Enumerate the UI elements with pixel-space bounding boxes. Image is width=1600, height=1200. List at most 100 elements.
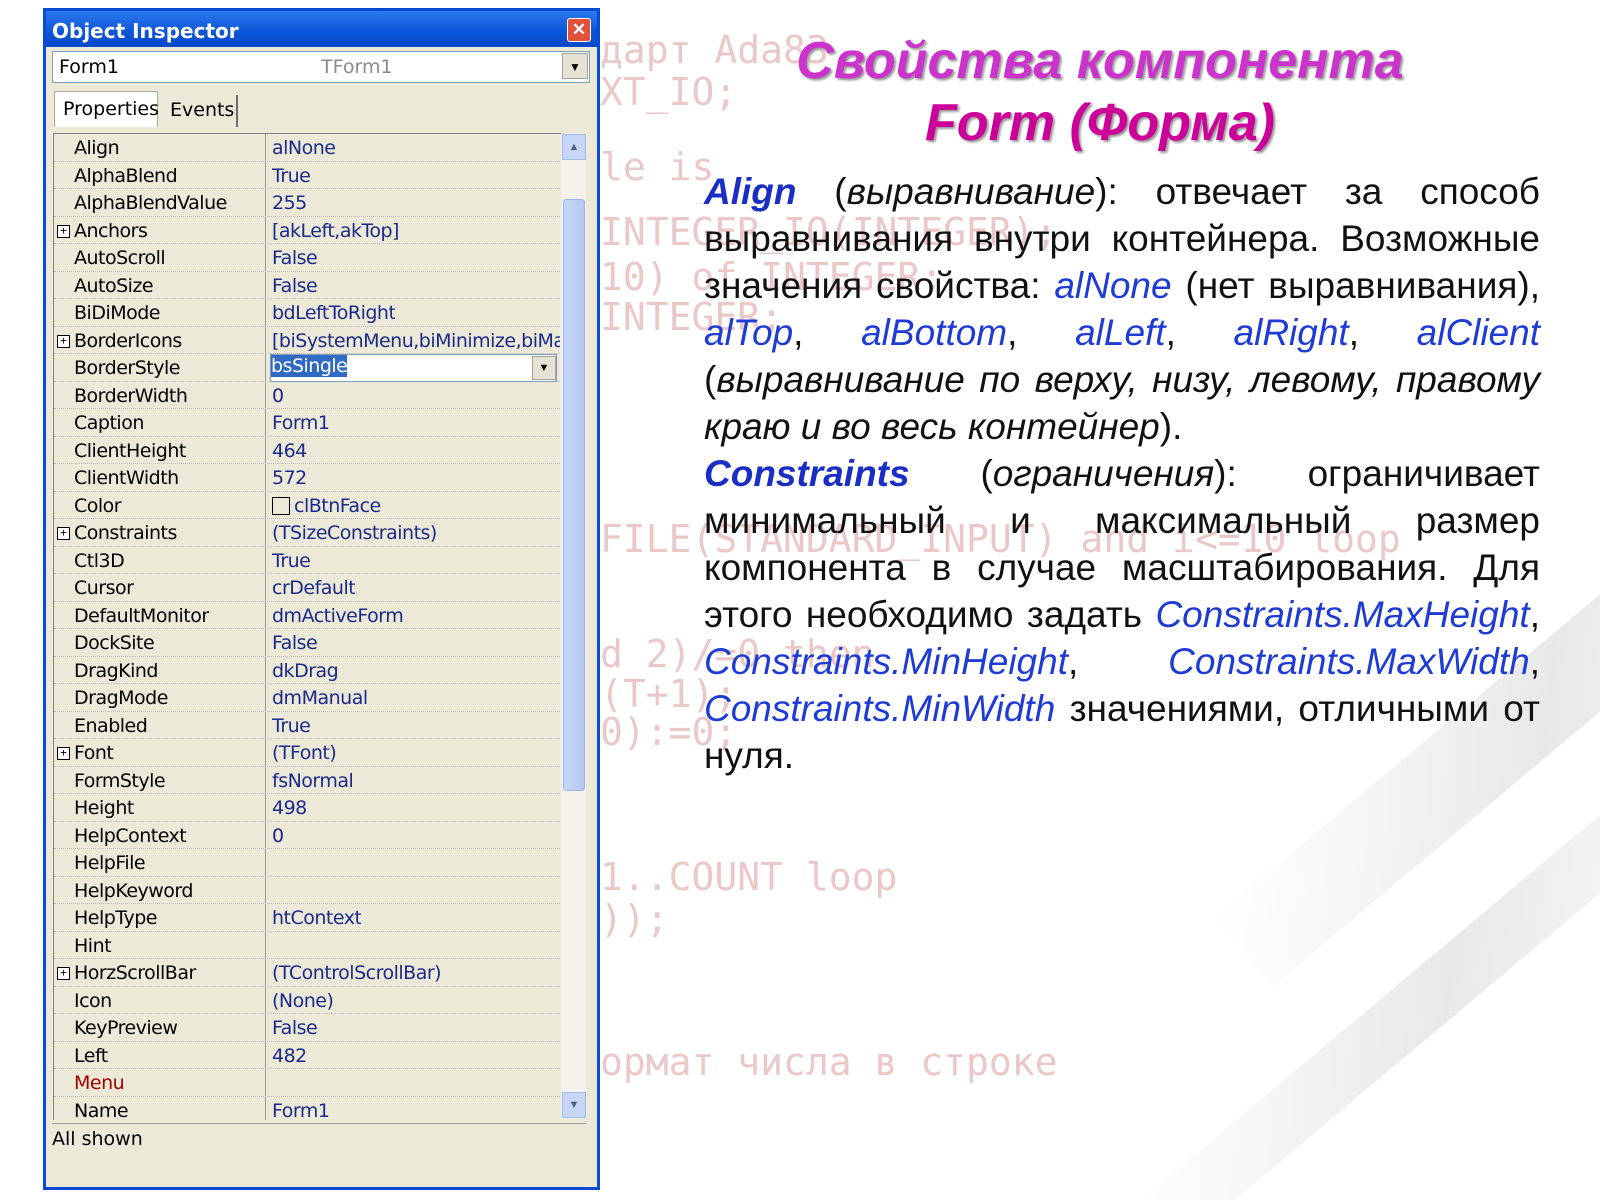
property-value[interactable]: 0 [272,825,284,847]
value-term: Constraints.MaxWidth [1168,641,1530,682]
property-value[interactable]: True [272,165,310,187]
expand-plus-icon[interactable]: + [57,747,70,760]
property-row[interactable]: + HorzScrollBar (TControlScrollBar) [54,959,562,987]
property-name: Anchors [74,219,148,242]
value-term: alClient [1416,312,1541,353]
property-row[interactable]: Color clBtnFace [54,492,562,519]
property-name: HorzScrollBar [74,962,196,984]
property-row[interactable]: + BorderIcons [biSystemMenu,biMinimize,biM… [54,327,562,354]
gloss-text: выравнивание по верху, низу, левому, пра… [704,359,1540,447]
property-value[interactable]: bsSingle [270,354,557,382]
property-value[interactable]: False [272,1017,317,1039]
property-row[interactable]: DockSite False [54,629,562,657]
property-row[interactable]: DefaultMonitor dmActiveForm [54,602,562,629]
property-row[interactable]: Cursor crDefault [54,574,562,602]
property-row[interactable]: + Anchors [akLeft,akTop] [54,217,562,244]
close-icon[interactable]: ✕ [567,18,591,42]
property-row[interactable]: KeyPreview False [54,1014,562,1042]
property-row[interactable]: AutoScroll False [54,244,562,272]
vertical-scrollbar[interactable]: ▲ ▼ [561,133,586,1119]
property-row[interactable]: ClientWidth 572 [54,464,562,492]
value-term: alTop [704,312,794,353]
tab-events[interactable]: Events [162,95,238,127]
property-value[interactable]: bdLeftToRight [272,302,395,324]
expand-plus-icon[interactable]: + [57,224,70,238]
property-value[interactable]: 572 [272,467,307,489]
property-value[interactable]: (TSizeConstraints) [272,522,437,544]
object-type: TForm1 [321,56,393,78]
property-value[interactable]: True [272,715,310,737]
status-bar: All shown [52,1123,586,1156]
object-selector-combo[interactable]: Form1 TForm1 ▼ [52,51,590,83]
property-value[interactable]: False [272,632,317,654]
property-value[interactable]: htContext [272,907,361,929]
property-row[interactable]: Height 498 [54,794,562,822]
dropdown-arrow-icon[interactable]: ▼ [562,53,588,79]
scroll-down-icon[interactable]: ▼ [562,1092,586,1118]
property-row[interactable]: DragKind dkDrag [54,657,562,684]
property-name: Cursor [74,577,134,599]
property-row[interactable]: BorderStyle bsSingle ▼ [54,354,562,382]
scroll-thumb[interactable] [563,199,585,791]
property-row[interactable]: + Constraints (TSizeConstraints) [54,519,562,547]
property-row[interactable]: Hint [54,932,562,959]
property-value[interactable]: clBtnFace [272,495,381,517]
property-name: ClientHeight [74,439,186,462]
property-name: Ctl3D [74,549,125,572]
property-row[interactable]: Icon (None) [54,987,562,1014]
property-value[interactable]: 464 [272,440,307,462]
tab-properties[interactable]: Properties [54,91,159,127]
property-value[interactable]: dmManual [272,687,368,709]
property-value[interactable]: [akLeft,akTop] [272,220,399,242]
title-bar[interactable]: Object Inspector ✕ [46,11,597,47]
property-row[interactable]: AutoSize False [54,272,562,299]
property-value[interactable]: dkDrag [272,660,338,682]
property-row[interactable]: ClientHeight 464 [54,437,562,464]
expand-plus-icon[interactable]: + [57,527,70,540]
property-name: FormStyle [74,769,166,792]
property-name: DragMode [74,687,168,709]
property-row[interactable]: BiDiMode bdLeftToRight [54,299,562,327]
property-row[interactable]: Caption Form1 [54,409,562,437]
property-value[interactable]: 498 [272,797,307,819]
property-row[interactable]: + Font (TFont) [54,739,562,767]
property-row[interactable]: DragMode dmManual [54,684,562,712]
property-row[interactable]: Align alNone [54,134,562,162]
expand-plus-icon[interactable]: + [57,967,70,980]
property-value[interactable]: crDefault [272,577,355,599]
property-row[interactable]: Left 482 [54,1042,562,1069]
property-value[interactable]: alNone [272,137,336,159]
property-row[interactable]: Ctl3D True [54,547,562,574]
property-value[interactable]: (TControlScrollBar) [272,962,441,984]
property-value[interactable]: False [272,247,317,269]
property-row[interactable]: AlphaBlendValue 255 [54,189,562,217]
property-value[interactable]: 255 [272,192,307,214]
property-row[interactable]: Menu [54,1069,562,1097]
property-row[interactable]: AlphaBlend True [54,162,562,189]
property-value[interactable]: [biSystemMenu,biMinimize,biMaximi [272,330,560,352]
property-row[interactable]: Enabled True [54,712,562,739]
property-row[interactable]: FormStyle fsNormal [54,767,562,794]
property-value[interactable]: 482 [272,1045,307,1067]
property-value[interactable]: 0 [272,385,284,407]
expand-plus-icon[interactable]: + [57,334,70,348]
property-value[interactable]: (TFont) [272,742,336,764]
scroll-up-icon[interactable]: ▲ [562,134,586,160]
property-row[interactable]: HelpKeyword [54,877,562,904]
property-value[interactable]: fsNormal [272,770,353,792]
property-value[interactable]: dmActiveForm [272,605,403,627]
property-row[interactable]: HelpFile [54,849,562,877]
property-row[interactable]: HelpType htContext [54,904,562,932]
property-value[interactable]: (None) [272,990,333,1012]
property-name: DockSite [74,632,155,654]
property-row[interactable]: Name Form1 [54,1097,562,1121]
title-line-1: Свойства компонента [796,32,1404,90]
property-row[interactable]: HelpContext 0 [54,822,562,849]
property-row[interactable]: BorderWidth 0 [54,382,562,409]
property-value[interactable]: Form1 [272,412,329,434]
property-value[interactable]: False [272,275,317,297]
property-value[interactable]: True [272,550,310,572]
property-value[interactable]: Form1 [272,1100,329,1121]
dropdown-arrow-icon[interactable]: ▼ [532,356,556,380]
value-term: Constraints.MinWidth [704,688,1056,729]
